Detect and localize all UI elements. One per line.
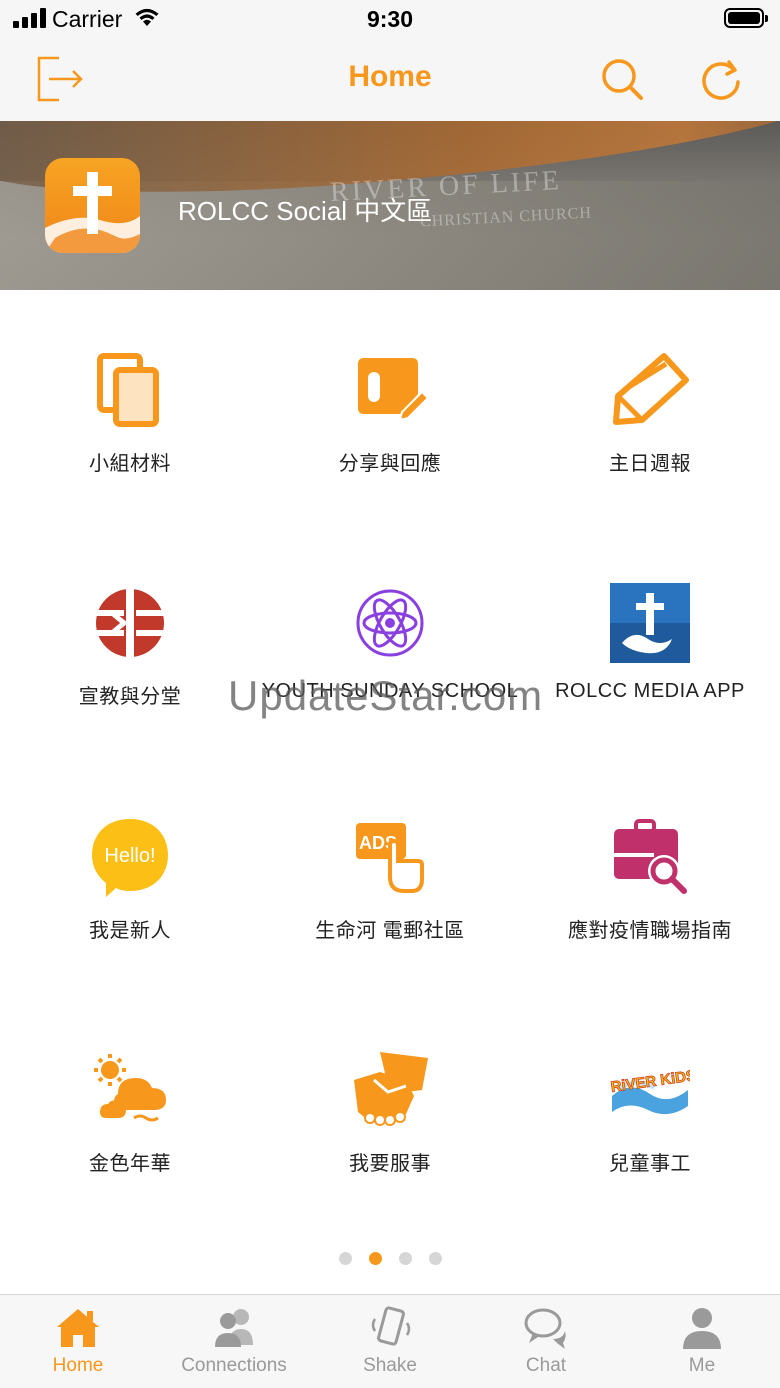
refresh-button[interactable]: [696, 54, 748, 106]
grid-label: 宣教與分堂: [78, 686, 182, 708]
note-pencil-icon: [358, 358, 430, 422]
navigation-bar: Home: [0, 40, 780, 121]
page-dot-4[interactable]: [428, 1252, 442, 1265]
pencil-icon: [613, 353, 689, 425]
status-time: 9:30: [366, 6, 414, 32]
shake-phone-icon: [371, 1306, 411, 1346]
search-icon: [602, 59, 643, 100]
tab-label: Shake: [363, 1355, 417, 1376]
cross-logo-icon: [45, 172, 140, 253]
handshake-icon: [354, 1052, 428, 1126]
people-icon: [215, 1309, 253, 1347]
grid-item-small-group-materials[interactable]: 小組材料: [0, 350, 260, 550]
grid-label: 分享與回應: [338, 453, 442, 475]
grid-label: YOUTH SUNDAY SCHOOL: [261, 680, 519, 702]
atom-icon: [356, 589, 424, 657]
tab-label: Chat: [525, 1355, 567, 1376]
grid-label: 主日週報: [609, 453, 691, 475]
mission-icon: [96, 587, 164, 659]
tab-home[interactable]: Home: [0, 1295, 156, 1388]
church-banner: RIVER OF LIFE CHRISTIAN CHURCH ROLCC Soc…: [0, 121, 780, 290]
tab-connections[interactable]: Connections: [156, 1295, 312, 1388]
grid-label: 小組材料: [89, 453, 171, 475]
tab-label: Connections: [181, 1355, 287, 1376]
grid-label: 生命河 電郵社區: [315, 920, 465, 942]
grid-label: 我是新人: [89, 920, 171, 942]
sun-cloud-icon: [94, 1054, 166, 1122]
grid-item-missions-branches[interactable]: 宣教與分堂: [0, 583, 260, 783]
app-logo: [45, 158, 140, 253]
hello-text: Hello!: [104, 845, 155, 867]
grid-item-email-community[interactable]: ADS 生命河 電郵社區: [260, 817, 520, 1017]
grid-item-childrens-ministry[interactable]: RiVER KiDS 兒童事工: [520, 1050, 780, 1250]
documents-icon: [97, 353, 159, 427]
tab-label: Home: [52, 1355, 104, 1376]
tab-me[interactable]: Me: [624, 1295, 780, 1388]
grid-label: 我要服事: [349, 1153, 431, 1175]
page-title: Home: [348, 60, 432, 93]
grid-item-golden-years[interactable]: 金色年華: [0, 1050, 260, 1250]
page-dot-2[interactable]: [368, 1252, 382, 1265]
page-dot-3[interactable]: [398, 1252, 412, 1265]
grid-label: 兒童事工: [609, 1153, 691, 1175]
tab-chat[interactable]: Chat: [468, 1295, 624, 1388]
grid-label: 應對疫情職場指南: [568, 920, 732, 942]
tab-label: Me: [688, 1355, 716, 1376]
grid-label: ROLCC MEDIA APP: [555, 680, 745, 702]
hello-bubble-icon: Hello!: [92, 819, 168, 897]
briefcase-search-icon: [614, 819, 687, 894]
grid-item-youth-sunday-school[interactable]: YOUTH SUNDAY SCHOOL: [260, 583, 520, 783]
page-dot-1[interactable]: [338, 1252, 352, 1265]
grid-item-rolcc-media-app[interactable]: ROLCC MEDIA APP: [520, 583, 780, 783]
banner-title: ROLCC Social 中文區: [178, 196, 433, 226]
grid-item-serve[interactable]: 我要服事: [260, 1050, 520, 1250]
grid-item-workplace-guide[interactable]: 應對疫情職場指南: [520, 817, 780, 1017]
search-button[interactable]: [598, 54, 650, 106]
grid-label: 金色年華: [89, 1153, 171, 1175]
river-kids-text: RiVER KiDS: [610, 1067, 690, 1096]
chat-bubbles-icon: [524, 1308, 566, 1349]
river-kids-icon: RiVER KiDS: [610, 1067, 690, 1115]
grid-item-newcomer[interactable]: Hello! 我是新人: [0, 817, 260, 1017]
person-icon: [683, 1308, 721, 1349]
refresh-icon: [702, 60, 740, 100]
status-bar: Carrier 9:30: [0, 0, 780, 40]
grid-item-share-respond[interactable]: 分享與回應: [260, 350, 520, 550]
rolcc-media-icon: [610, 583, 690, 663]
home-icon: [57, 1309, 99, 1347]
tab-shake[interactable]: Shake: [312, 1295, 468, 1388]
tab-bar: Home Connections Shake Chat Me: [0, 1294, 780, 1388]
ads-tap-icon: ADS: [356, 823, 424, 893]
battery-icon: [724, 8, 768, 28]
page-indicator: [0, 1252, 780, 1265]
grid-item-weekly-bulletin[interactable]: 主日週報: [520, 350, 780, 550]
